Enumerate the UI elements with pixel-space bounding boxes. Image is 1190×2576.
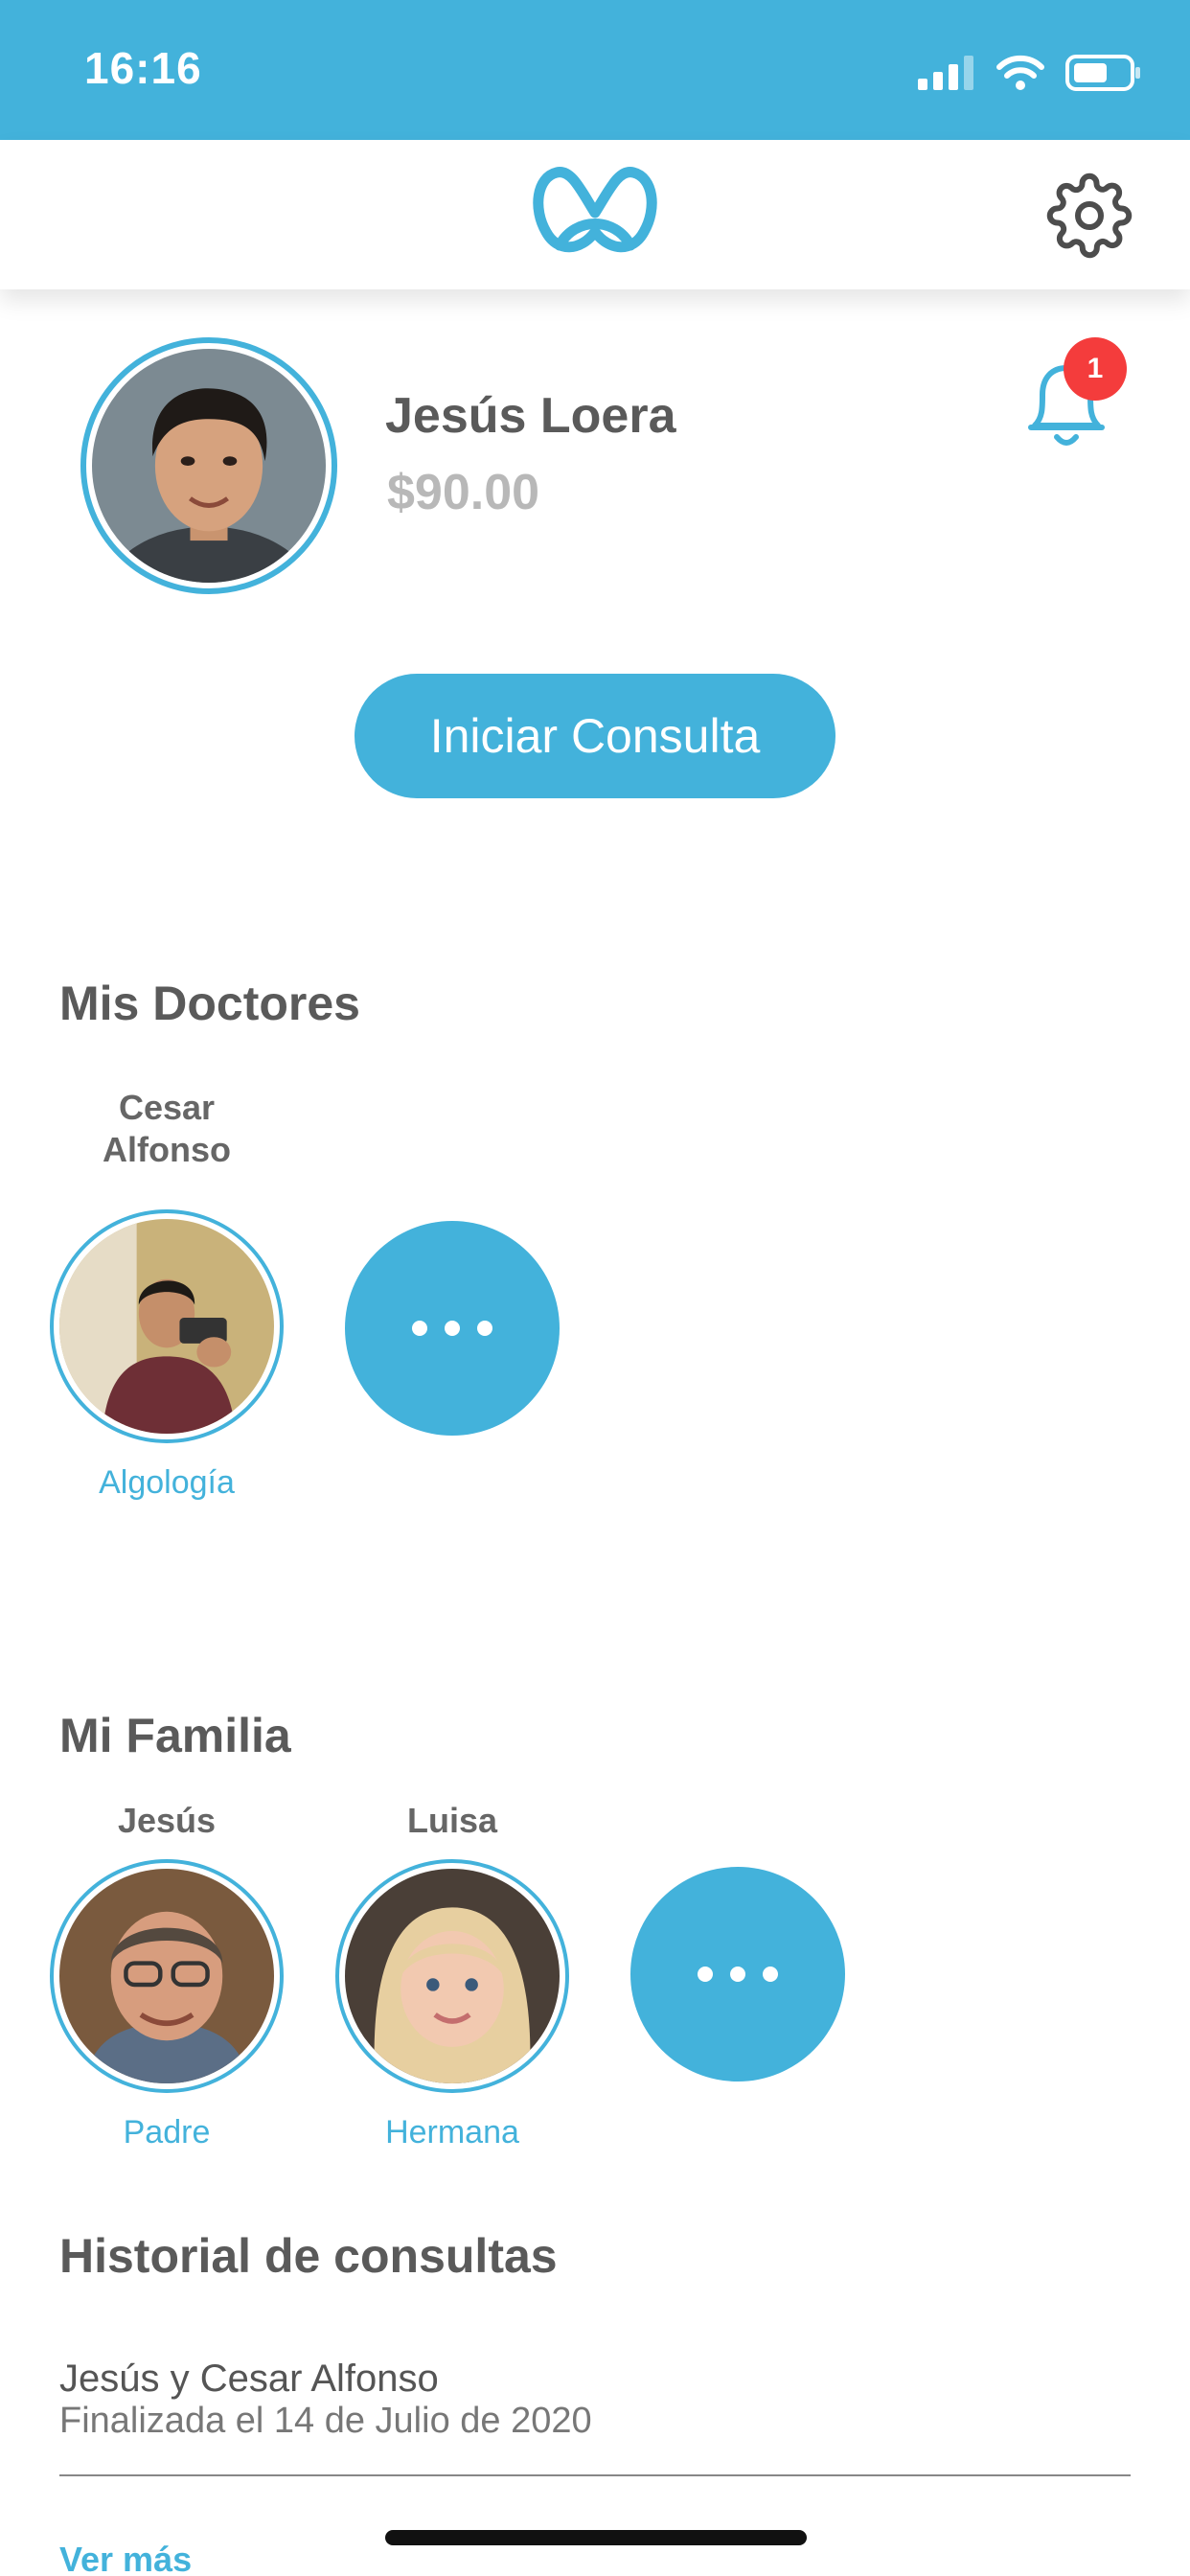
family-member-relation: Padre [123,2114,211,2150]
doctor-avatar[interactable] [50,1209,284,1443]
more-family-button[interactable] [630,1867,845,2082]
doctor-name: Cesar Alfonso [103,1088,231,1169]
history-item-date: Finalizada el 14 de Julio de 2020 [59,2401,592,2441]
status-bar: 16:16 [0,0,1190,140]
more-dots-icon [698,1966,713,1982]
family-member-name: Luisa [406,1801,498,1840]
doctors-section-title: Mis Doctores [59,977,360,1030]
family-member-avatar[interactable] [335,1859,569,2093]
family-section-title: Mi Familia [59,1709,291,1762]
history-divider [59,2474,1131,2476]
more-dots-icon [412,1321,427,1336]
profile-avatar[interactable] [80,337,337,594]
signal-icon [918,56,973,90]
doctor-specialty: Algología [99,1464,235,1501]
user-balance: $90.00 [387,465,540,520]
battery-icon [1065,55,1140,91]
history-item-title[interactable]: Jesús y Cesar Alfonso [59,2358,439,2401]
family-photo-father [59,1869,274,2083]
wifi-icon [996,55,1044,90]
user-name: Jesús Loera [385,388,676,444]
user-photo [92,349,326,583]
start-consult-button[interactable]: Iniciar Consulta [355,674,835,798]
gear-icon[interactable] [1046,172,1133,259]
family-member-relation: Hermana [385,2114,519,2150]
notification-badge: 1 [1064,337,1127,401]
top-navbar [0,140,1190,289]
doctor-photo [59,1219,274,1434]
see-more-link[interactable]: Ver más [59,2540,192,2576]
status-time: 16:16 [84,43,202,93]
history-section-title: Historial de consultas [59,2229,558,2283]
family-photo-sister [345,1869,560,2083]
more-doctors-button[interactable] [345,1221,560,1436]
status-icons [918,48,1142,98]
app-logo-icon [533,167,657,253]
family-member-avatar[interactable] [50,1859,284,2093]
family-member-name: Jesús [117,1801,217,1840]
home-indicator[interactable] [385,2530,807,2545]
